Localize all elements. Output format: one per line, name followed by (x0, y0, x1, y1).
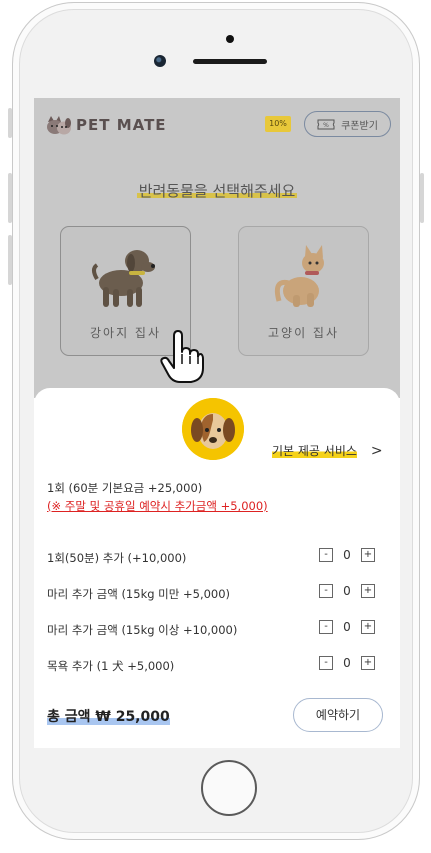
option-row-large-pet: 마리 추가 금액 (15kg 이상 +10,000) - 0 + (47, 620, 387, 640)
app-screen: PET MATE 10% % 쿠폰받기 반려동물을 선택해주세요 강아지 집사 … (34, 98, 400, 748)
cat-card[interactable]: 고양이 집사 (238, 226, 369, 356)
quantity-stepper: - 0 + (319, 548, 375, 562)
quantity-stepper: - 0 + (319, 656, 375, 670)
select-title: 반려동물을 선택해주세요 (34, 180, 400, 201)
quantity-value: 0 (343, 584, 351, 598)
select-title-text: 반려동물을 선택해주세요 (136, 182, 298, 200)
quantity-value: 0 (343, 548, 351, 562)
home-button[interactable] (201, 760, 257, 816)
base-price-text: 1회 (60분 기본요금 +25,000) (47, 481, 203, 495)
sensor-dot (226, 35, 234, 43)
increment-button[interactable]: + (361, 584, 375, 598)
option-row-extra-time: 1회(50분) 추가 (+10,000) - 0 + (47, 548, 387, 568)
decrement-button[interactable]: - (319, 656, 333, 670)
surcharge-note: (※ 주말 및 공휴일 예약시 추가금액 +5,000) (47, 499, 268, 513)
volume-down-button (8, 235, 12, 285)
quantity-value: 0 (343, 656, 351, 670)
chevron-right-icon: > (370, 442, 383, 459)
pet-select-area: PET MATE 10% % 쿠폰받기 반려동물을 선택해주세요 강아지 집사 … (34, 98, 400, 398)
coupon-label: 쿠폰받기 (341, 120, 378, 132)
quantity-value: 0 (343, 620, 351, 634)
decrement-button[interactable]: - (319, 620, 333, 634)
coupon-icon: % (317, 119, 335, 130)
dog-avatar-icon (182, 398, 244, 460)
mute-switch (8, 108, 12, 138)
basic-service-link[interactable]: 기본 제공 서비스 > (272, 442, 383, 459)
option-row-small-pet: 마리 추가 금액 (15kg 미만 +5,000) - 0 + (47, 584, 387, 604)
brand-name: PET MATE (76, 116, 167, 134)
cat-icon (274, 245, 324, 307)
option-row-bath: 목욕 추가 (1 犬 +5,000) - 0 + (47, 656, 387, 676)
reserve-button[interactable]: 예약하기 (293, 698, 383, 732)
increment-button[interactable]: + (361, 548, 375, 562)
earpiece-speaker (193, 59, 267, 64)
dog-icon (91, 250, 155, 307)
total-amount: 총 금액 ₩ 25,000 (47, 706, 170, 726)
dog-cat-logo-icon (47, 116, 71, 135)
booking-sheet: 기본 제공 서비스 > 1회 (60분 기본요금 +25,000) (※ 주말 … (34, 388, 400, 748)
decrement-button[interactable]: - (319, 548, 333, 562)
cat-card-label: 고양이 집사 (267, 326, 339, 340)
decrement-button[interactable]: - (319, 584, 333, 598)
discount-badge: 10% (265, 116, 291, 132)
option-label: 마리 추가 금액 (15kg 이상 +10,000) (47, 623, 238, 637)
power-button (420, 173, 424, 223)
svg-text:%: % (323, 122, 329, 129)
front-camera (154, 55, 166, 67)
option-label: 마리 추가 금액 (15kg 미만 +5,000) (47, 587, 231, 601)
brand: PET MATE (46, 114, 167, 136)
volume-up-button (8, 173, 12, 223)
total-amount-text: 총 금액 ₩ 25,000 (47, 709, 170, 725)
option-label: 1회(50분) 추가 (+10,000) (47, 551, 187, 565)
quantity-stepper: - 0 + (319, 620, 375, 634)
increment-button[interactable]: + (361, 620, 375, 634)
coupon-button[interactable]: % 쿠폰받기 (304, 111, 391, 137)
option-label: 목욕 추가 (1 犬 +5,000) (47, 659, 175, 673)
hand-pointer-icon (160, 330, 204, 383)
basic-service-label: 기본 제공 서비스 (272, 442, 357, 459)
quantity-stepper: - 0 + (319, 584, 375, 598)
increment-button[interactable]: + (361, 656, 375, 670)
